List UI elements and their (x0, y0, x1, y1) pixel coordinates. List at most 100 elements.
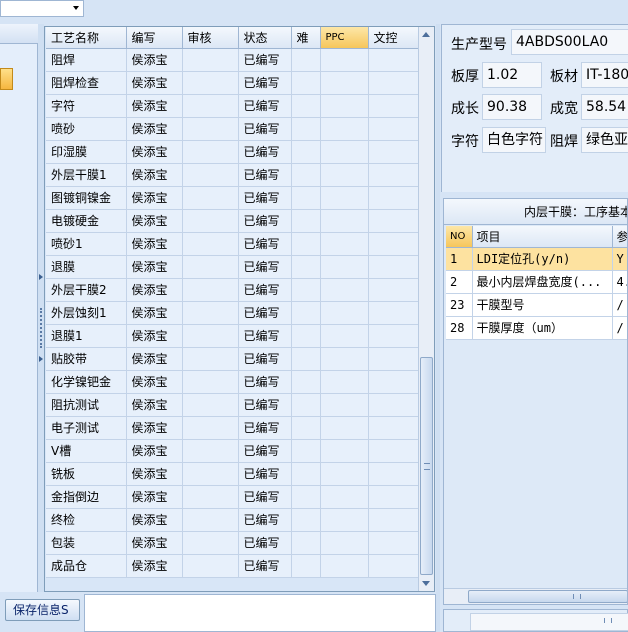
cell-author[interactable]: 侯添宝 (126, 232, 183, 256)
cell-process-name[interactable]: 阻焊检查 (46, 71, 127, 95)
cell-doc-control[interactable] (368, 94, 419, 118)
cell-author[interactable]: 侯添宝 (126, 48, 183, 72)
cell-reviewer[interactable] (182, 531, 239, 555)
cell-doc-control[interactable] (368, 462, 419, 486)
cell-author[interactable]: 侯添宝 (126, 71, 183, 95)
process-grid-vertical-scrollbar[interactable] (418, 27, 434, 591)
cell-difficulty[interactable] (291, 416, 321, 440)
table-row[interactable]: 阻焊 侯添宝 已编写 (46, 48, 419, 72)
cell-status[interactable]: 已编写 (238, 255, 292, 279)
cell-process-name[interactable]: 化学镍钯金 (46, 370, 127, 394)
left-panel-selected-item[interactable] (0, 68, 13, 90)
table-row[interactable]: 1 LDI定位孔(y/n) Y (446, 247, 627, 271)
cell-status[interactable]: 已编写 (238, 416, 292, 440)
cell-ppc[interactable] (320, 531, 369, 555)
cell-difficulty[interactable] (291, 278, 321, 302)
cell-ppc[interactable] (320, 393, 369, 417)
table-row[interactable]: 铣板 侯添宝 已编写 (46, 462, 419, 486)
cell-reviewer[interactable] (182, 416, 239, 440)
splitter-arrow-icon[interactable] (39, 356, 43, 362)
cell-status[interactable]: 已编写 (238, 370, 292, 394)
cell-author[interactable]: 侯添宝 (126, 416, 183, 440)
column-header-param[interactable]: 参 (612, 226, 627, 248)
cell-status[interactable]: 已编写 (238, 209, 292, 233)
cell-process-name[interactable]: 喷砂1 (46, 232, 127, 256)
cell-process-name[interactable]: 铣板 (46, 462, 127, 486)
cell-no[interactable]: 23 (446, 293, 473, 317)
width-field[interactable]: 58.54 (581, 94, 628, 120)
cell-author[interactable]: 侯添宝 (126, 324, 183, 348)
cell-difficulty[interactable] (291, 117, 321, 141)
cell-status[interactable]: 已编写 (238, 232, 292, 256)
column-header-status[interactable]: 状态 (238, 27, 292, 49)
cell-ppc[interactable] (320, 117, 369, 141)
cell-author[interactable]: 侯添宝 (126, 117, 183, 141)
cell-status[interactable]: 已编写 (238, 485, 292, 509)
top-dropdown[interactable] (0, 0, 84, 17)
cell-process-name[interactable]: 字符 (46, 94, 127, 118)
cell-reviewer[interactable] (182, 94, 239, 118)
table-row[interactable]: 阻抗测试 侯添宝 已编写 (46, 393, 419, 417)
cell-status[interactable]: 已编写 (238, 439, 292, 463)
cell-ppc[interactable] (320, 48, 369, 72)
table-row[interactable]: 退膜1 侯添宝 已编写 (46, 324, 419, 348)
cell-difficulty[interactable] (291, 209, 321, 233)
cell-reviewer[interactable] (182, 508, 239, 532)
column-header-no[interactable]: NO (446, 226, 473, 248)
cell-doc-control[interactable] (368, 439, 419, 463)
table-row[interactable]: 28 干膜厚度（um） / (446, 316, 627, 340)
table-row[interactable]: 2最小内层焊盘宽度(...4. (446, 270, 627, 294)
cell-difficulty[interactable] (291, 324, 321, 348)
cell-doc-control[interactable] (368, 232, 419, 256)
cell-doc-control[interactable] (368, 71, 419, 95)
cell-doc-control[interactable] (368, 255, 419, 279)
cell-author[interactable]: 侯添宝 (126, 186, 183, 210)
cell-author[interactable]: 侯添宝 (126, 163, 183, 187)
cell-reviewer[interactable] (182, 140, 239, 164)
cell-status[interactable]: 已编写 (238, 508, 292, 532)
cell-difficulty[interactable] (291, 232, 321, 256)
cell-difficulty[interactable] (291, 186, 321, 210)
cell-author[interactable]: 侯添宝 (126, 554, 183, 578)
cell-ppc[interactable] (320, 71, 369, 95)
cell-difficulty[interactable] (291, 531, 321, 555)
cell-status[interactable]: 已编写 (238, 140, 292, 164)
cell-doc-control[interactable] (368, 531, 419, 555)
cell-process-name[interactable]: 金指倒边 (46, 485, 127, 509)
cell-reviewer[interactable] (182, 462, 239, 486)
cell-reviewer[interactable] (182, 209, 239, 233)
cell-difficulty[interactable] (291, 140, 321, 164)
cell-process-name[interactable]: 退膜 (46, 255, 127, 279)
cell-item[interactable]: 干膜型号 (472, 293, 613, 317)
column-header-author[interactable]: 编写 (126, 27, 183, 49)
cell-doc-control[interactable] (368, 140, 419, 164)
vertical-splitter[interactable] (436, 24, 440, 632)
cell-param[interactable]: / (612, 293, 627, 317)
cell-doc-control[interactable] (368, 485, 419, 509)
cell-difficulty[interactable] (291, 485, 321, 509)
cell-process-name[interactable]: 贴胶带 (46, 347, 127, 371)
column-header-difficulty[interactable]: 难 (291, 27, 321, 49)
table-row[interactable]: 电子测试 侯添宝 已编写 (46, 416, 419, 440)
cell-status[interactable]: 已编写 (238, 393, 292, 417)
cell-status[interactable]: 已编写 (238, 301, 292, 325)
cell-author[interactable]: 侯添宝 (126, 255, 183, 279)
scroll-down-icon[interactable] (422, 581, 430, 586)
cell-status[interactable]: 已编写 (238, 554, 292, 578)
cell-doc-control[interactable] (368, 324, 419, 348)
table-row[interactable]: 23 干膜型号 / (446, 293, 627, 317)
table-row[interactable]: 金指倒边 侯添宝 已编写 (46, 485, 419, 509)
cell-reviewer[interactable] (182, 370, 239, 394)
cell-process-name[interactable]: 电子测试 (46, 416, 127, 440)
cell-ppc[interactable] (320, 370, 369, 394)
column-header-item[interactable]: 项目 (472, 226, 613, 248)
length-field[interactable]: 90.38 (482, 94, 542, 120)
cell-status[interactable]: 已编写 (238, 347, 292, 371)
table-row[interactable]: 阻焊检查 侯添宝 已编写 (46, 71, 419, 95)
cell-process-name[interactable]: 阻抗测试 (46, 393, 127, 417)
cell-item[interactable]: 最小内层焊盘宽度(... (472, 270, 613, 294)
cell-reviewer[interactable] (182, 71, 239, 95)
table-row[interactable]: 外层干膜1 侯添宝 已编写 (46, 163, 419, 187)
cell-doc-control[interactable] (368, 209, 419, 233)
cell-author[interactable]: 侯添宝 (126, 94, 183, 118)
